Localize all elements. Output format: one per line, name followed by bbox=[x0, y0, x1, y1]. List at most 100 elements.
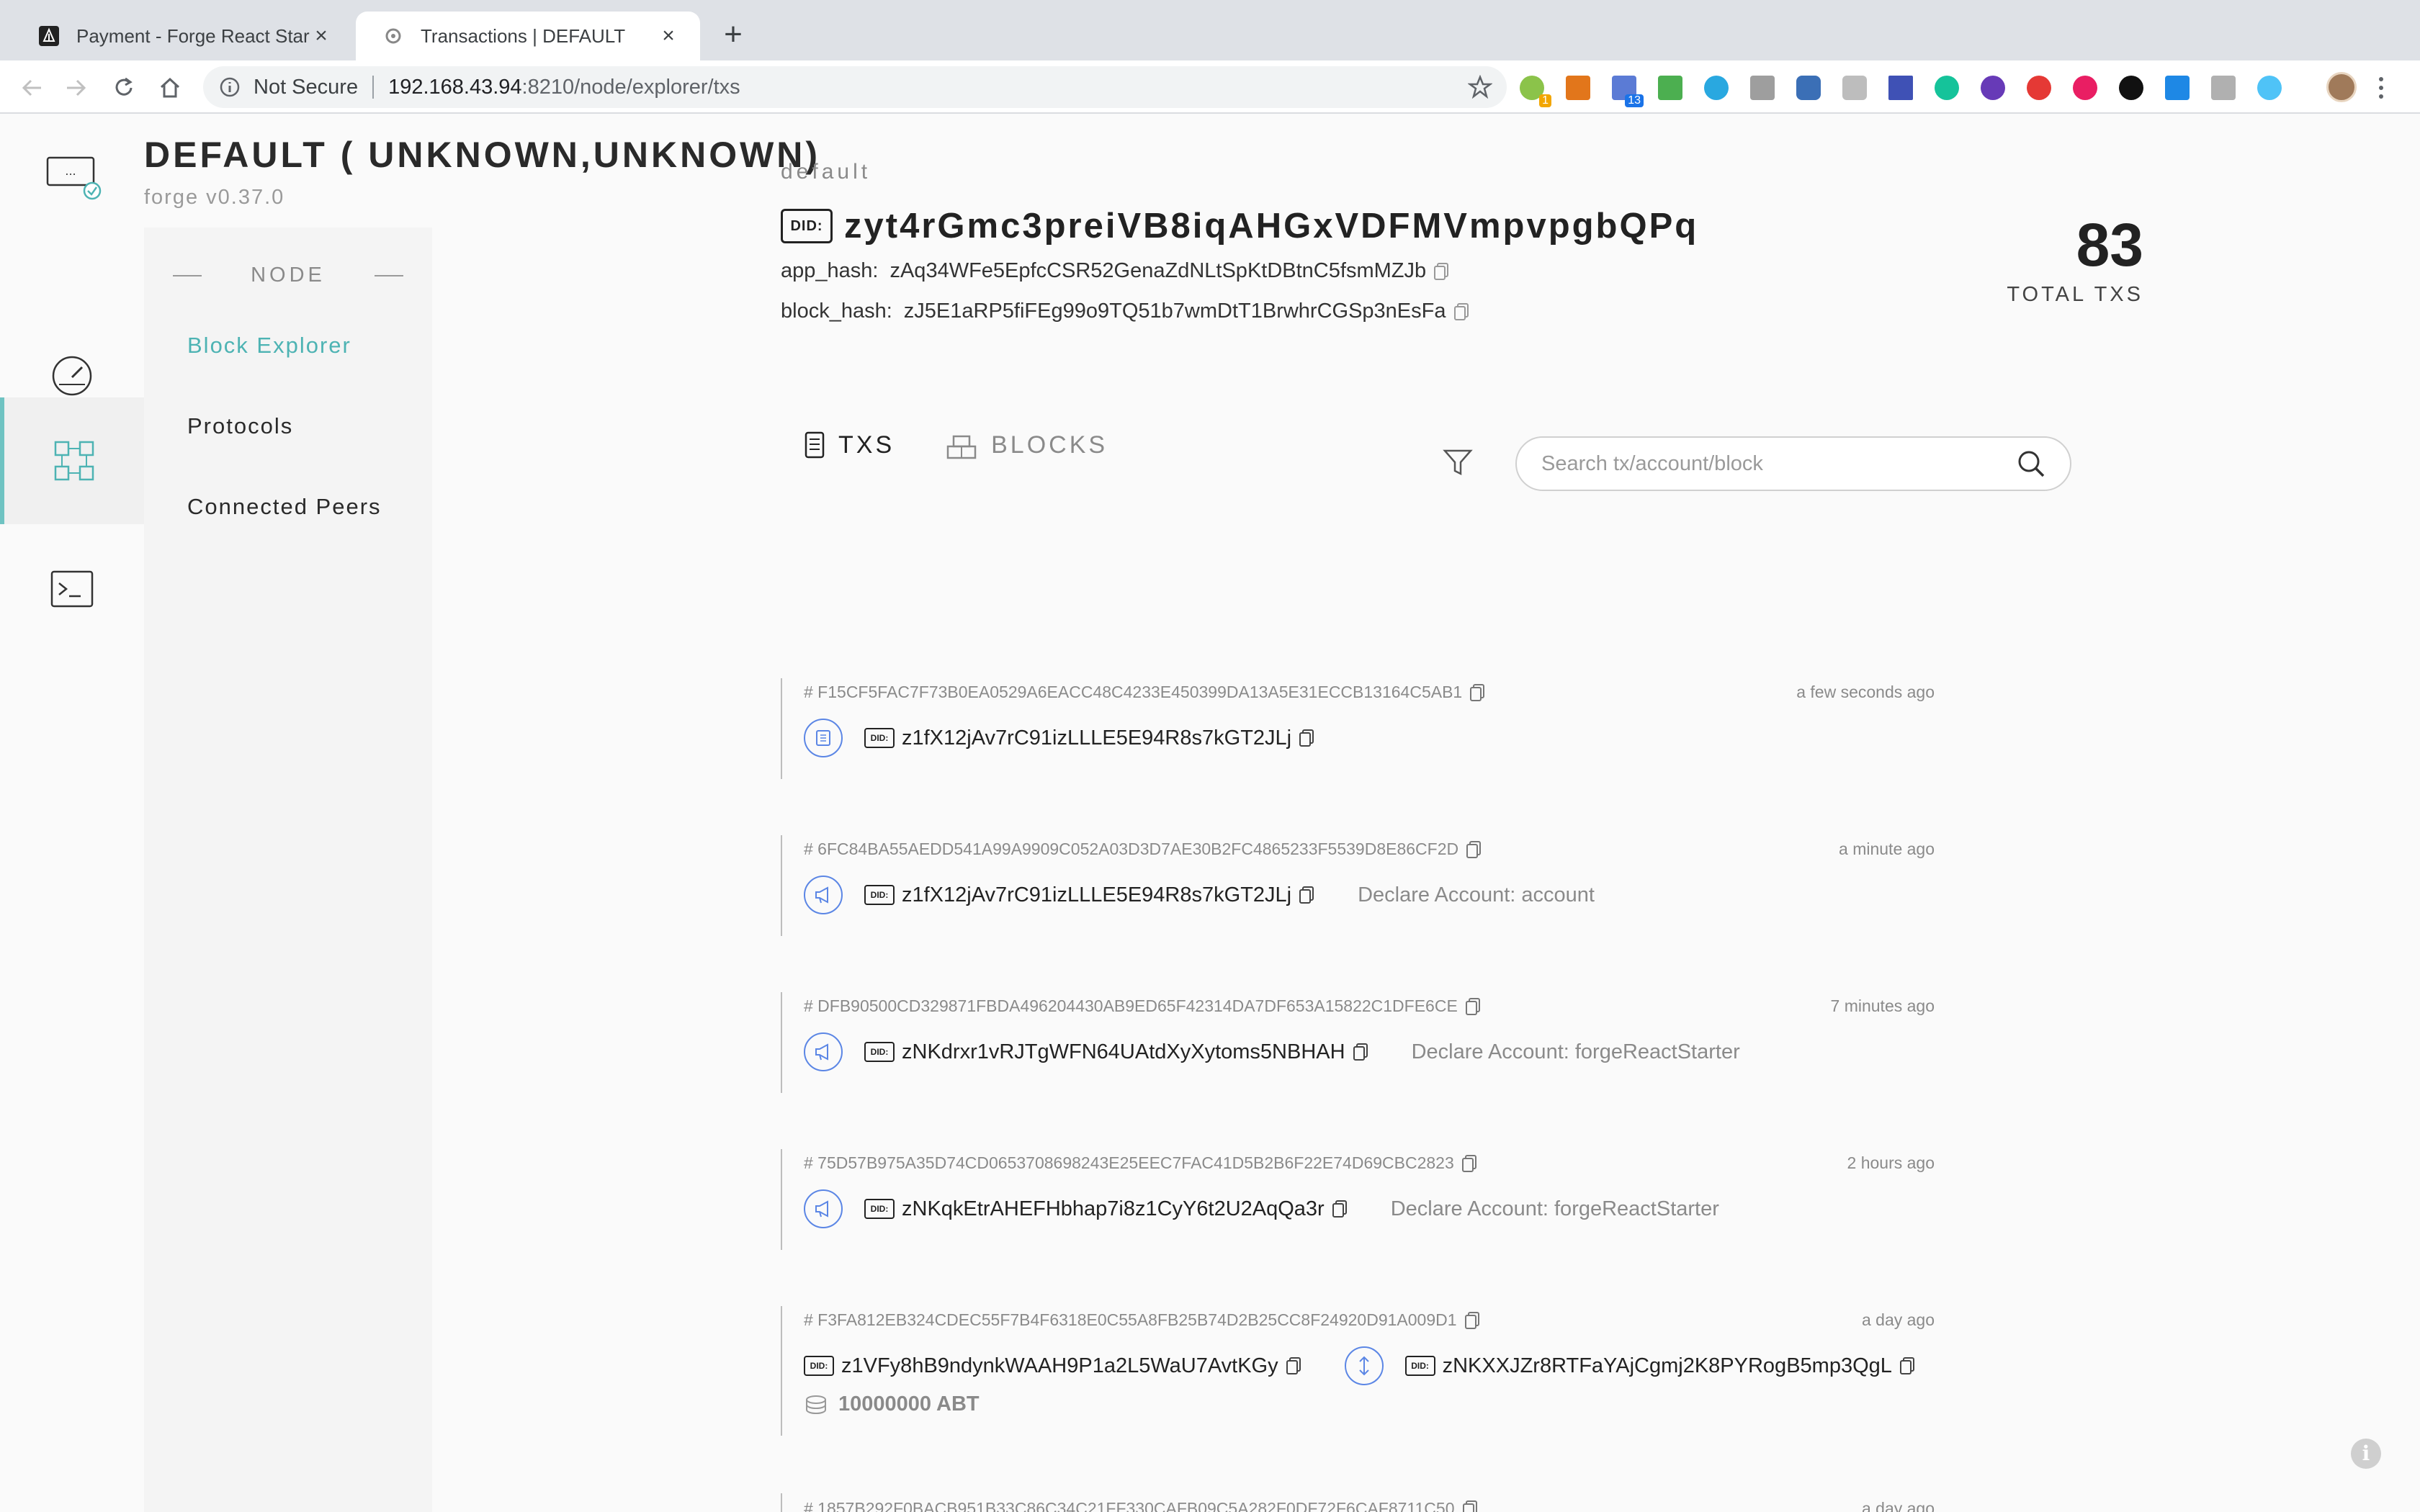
tx-from-address[interactable]: z1VFy8hB9ndynkWAAH9P1a2L5WaU7AvtKGy bbox=[841, 1354, 1278, 1378]
megaphone-icon bbox=[804, 876, 843, 914]
tx-address[interactable]: z1fX12jAv7rC91izLLLE5E94R8s7kGT2JLj bbox=[902, 883, 1291, 907]
tx-description: Declare Account: forgeReactStarter bbox=[1411, 1040, 1740, 1063]
reload-icon[interactable] bbox=[108, 72, 140, 104]
menu-item-block-explorer[interactable]: Block Explorer bbox=[187, 333, 351, 359]
did-abt-icon: DID: bbox=[781, 209, 833, 243]
close-tab-icon[interactable]: × bbox=[657, 24, 680, 48]
tx-hash: # 6FC84BA55AEDD541A99A9909C052A03D3D7AE3… bbox=[804, 840, 1459, 858]
tx-row[interactable]: # F3FA812EB324CDEC55F7B4F6318E0C55A8FB25… bbox=[781, 1306, 1935, 1436]
adblock-icon[interactable] bbox=[2027, 76, 2051, 100]
metamask-icon[interactable] bbox=[1566, 76, 1590, 100]
rail-node-status[interactable]: ... bbox=[0, 114, 144, 240]
document-icon bbox=[805, 431, 825, 459]
tx-row[interactable]: # 75D57B975A35D74CD0653708698243E25EEC7F… bbox=[781, 1149, 1935, 1250]
tx-header: # 75D57B975A35D74CD0653708698243E25EEC7F… bbox=[804, 1153, 1935, 1173]
new-tab-button[interactable]: + bbox=[717, 19, 749, 52]
info-icon[interactable] bbox=[219, 76, 241, 98]
rail-console[interactable] bbox=[0, 526, 144, 652]
total-txs: 83 TOTAL TXS bbox=[1956, 210, 2143, 307]
tx-header: # F15CF5FAC7F73B0EA0529A6EACC48C4233E450… bbox=[804, 683, 1935, 702]
tx-time: 2 hours ago bbox=[1847, 1153, 1935, 1172]
tx-amount-row: 10000000 ABT bbox=[804, 1392, 980, 1416]
tx-row[interactable]: # 6FC84BA55AEDD541A99A9909C052A03D3D7AE3… bbox=[781, 835, 1935, 936]
copy-icon[interactable] bbox=[1899, 1356, 1915, 1375]
eyedropper-icon[interactable] bbox=[1658, 76, 1682, 100]
copy-icon[interactable] bbox=[1464, 1311, 1480, 1330]
browser-tab-payment[interactable]: Payment - Forge React Starter × bbox=[12, 12, 353, 60]
copy-icon[interactable] bbox=[1466, 840, 1482, 859]
tx-hash: # F3FA812EB324CDEC55F7B4F6318E0C55A8FB25… bbox=[804, 1310, 1457, 1329]
copy-icon[interactable] bbox=[1299, 729, 1314, 747]
tab-blocks[interactable]: BLOCKS bbox=[945, 431, 1108, 459]
extension-6-icon[interactable] bbox=[1750, 76, 1775, 100]
extension-3-icon[interactable]: 13 bbox=[1612, 76, 1644, 107]
forward-icon[interactable] bbox=[60, 72, 92, 104]
back-icon[interactable] bbox=[16, 72, 48, 104]
browser-tab-transactions[interactable]: Transactions | DEFAULT × bbox=[356, 12, 700, 60]
search-box[interactable]: Search tx/account/block bbox=[1515, 436, 2071, 491]
copy-icon[interactable] bbox=[1453, 302, 1469, 321]
home-icon[interactable] bbox=[154, 72, 186, 104]
copy-icon[interactable] bbox=[1461, 1154, 1477, 1173]
blocks-icon bbox=[946, 435, 977, 459]
contract-icon bbox=[804, 719, 843, 757]
copy-icon[interactable] bbox=[1332, 1200, 1348, 1218]
tx-address[interactable]: z1fX12jAv7rC91izLLLE5E94R8s7kGT2JLj bbox=[902, 726, 1291, 750]
search-icon[interactable] bbox=[2017, 449, 2045, 478]
extension-1-icon[interactable]: 1 bbox=[1520, 76, 1551, 107]
close-tab-icon[interactable]: × bbox=[310, 24, 333, 48]
extension-17-icon[interactable] bbox=[2257, 76, 2282, 100]
extension-13-icon[interactable] bbox=[2073, 76, 2097, 100]
sync-extension-icon[interactable] bbox=[1704, 76, 1729, 100]
url-separator bbox=[372, 76, 375, 99]
block-hash-row: block_hash: zJ5E1aRP5fiFEg99o9TQ51b7wmDt… bbox=[781, 300, 1469, 323]
filter-icon[interactable] bbox=[1442, 446, 1474, 478]
search-input[interactable]: Search tx/account/block bbox=[1541, 452, 2017, 476]
grammarly-icon[interactable] bbox=[1935, 76, 1959, 100]
did-icon: DID: bbox=[864, 1042, 895, 1062]
block-hash-label: block_hash: bbox=[781, 300, 892, 323]
menu-item-protocols[interactable]: Protocols bbox=[187, 413, 293, 439]
side-menu: NODE Block Explorer Protocols Connected … bbox=[144, 228, 432, 1512]
tx-body: DID: z1fX12jAv7rC91izLLLE5E94R8s7kGT2JLj… bbox=[804, 876, 1595, 914]
extension-8-icon[interactable] bbox=[1842, 76, 1867, 100]
tx-to-address[interactable]: zNKXXJZr8RTFaYAjCgmj2K8PYRogB5mp3QgL bbox=[1443, 1354, 1892, 1378]
copy-icon[interactable] bbox=[1462, 1500, 1478, 1512]
explorer-tabs: TXS BLOCKS bbox=[804, 431, 1158, 459]
copy-icon[interactable] bbox=[1465, 997, 1481, 1016]
tx-row[interactable]: # DFB90500CD329871FBDA496204430AB9ED65F4… bbox=[781, 992, 1935, 1093]
browser-toolbar: Not Secure 192.168.43.94 :8210/node/expl… bbox=[0, 60, 2420, 114]
extension-16-icon[interactable] bbox=[2211, 76, 2236, 100]
tx-header: # F3FA812EB324CDEC55F7B4F6318E0C55A8FB25… bbox=[804, 1310, 1935, 1330]
tx-header: # 6FC84BA55AEDD541A99A9909C052A03D3D7AE3… bbox=[804, 840, 1935, 859]
tx-transfer-body: DID: z1VFy8hB9ndynkWAAH9P1a2L5WaU7AvtKGy… bbox=[804, 1346, 1915, 1385]
rail-explorer[interactable] bbox=[0, 397, 144, 524]
page-title: DEFAULT ( UNKNOWN,UNKNOWN) bbox=[144, 135, 821, 175]
app-hash-label: app_hash: bbox=[781, 259, 879, 282]
extension-7-icon[interactable] bbox=[1796, 76, 1821, 100]
tx-address[interactable]: zNKqkEtrAHEFHbhap7i8z1CyY6t2U2AqQa3r bbox=[902, 1197, 1325, 1221]
copy-icon[interactable] bbox=[1353, 1043, 1368, 1061]
extension-14-icon[interactable] bbox=[2119, 76, 2143, 100]
bookmark-star-icon[interactable] bbox=[1468, 75, 1492, 99]
extension-11-icon[interactable] bbox=[1981, 76, 2005, 100]
info-icon[interactable]: i bbox=[2351, 1439, 2381, 1469]
tx-row[interactable]: # F15CF5FAC7F73B0EA0529A6EACC48C4233E450… bbox=[781, 678, 1935, 779]
copy-icon[interactable] bbox=[1286, 1356, 1301, 1375]
extension-9-icon[interactable] bbox=[1888, 76, 1913, 100]
copy-icon[interactable] bbox=[1433, 262, 1449, 281]
browser-menu-icon[interactable] bbox=[2377, 75, 2385, 101]
tx-row[interactable]: # 1857B292F0BACB951B33C86C34C21FF330CAFB… bbox=[781, 1493, 1935, 1512]
copy-icon[interactable] bbox=[1469, 683, 1485, 702]
copy-icon[interactable] bbox=[1299, 886, 1314, 904]
tx-time: 7 minutes ago bbox=[1830, 996, 1935, 1015]
tx-address[interactable]: zNKdrxr1vRJTgWFN64UAtdXyXytoms5NBHAH bbox=[902, 1040, 1345, 1064]
menu-item-connected-peers[interactable]: Connected Peers bbox=[187, 494, 382, 520]
tab-txs[interactable]: TXS bbox=[804, 431, 895, 459]
address-bar[interactable]: Not Secure 192.168.43.94 :8210/node/expl… bbox=[203, 66, 1507, 108]
tx-body: DID: zNKqkEtrAHEFHbhap7i8z1CyY6t2U2AqQa3… bbox=[804, 1189, 1719, 1228]
profile-avatar[interactable] bbox=[2326, 72, 2357, 102]
extension-15-icon[interactable] bbox=[2165, 76, 2190, 100]
tx-header: # 1857B292F0BACB951B33C86C34C21FF330CAFB… bbox=[804, 1499, 1935, 1512]
divider bbox=[374, 274, 403, 276]
